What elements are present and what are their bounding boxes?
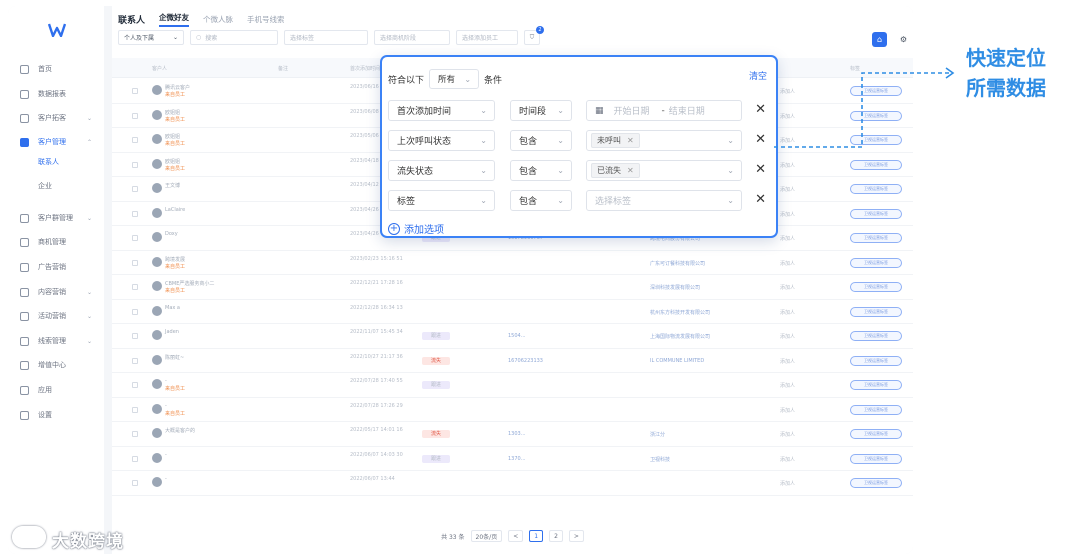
- callout-line-2: 所需数据: [966, 76, 1046, 100]
- callout-line-1: 快速定位: [966, 46, 1046, 70]
- callout-text: 快速定位 所需数据: [966, 43, 1046, 103]
- callout-leader-line: [774, 67, 955, 148]
